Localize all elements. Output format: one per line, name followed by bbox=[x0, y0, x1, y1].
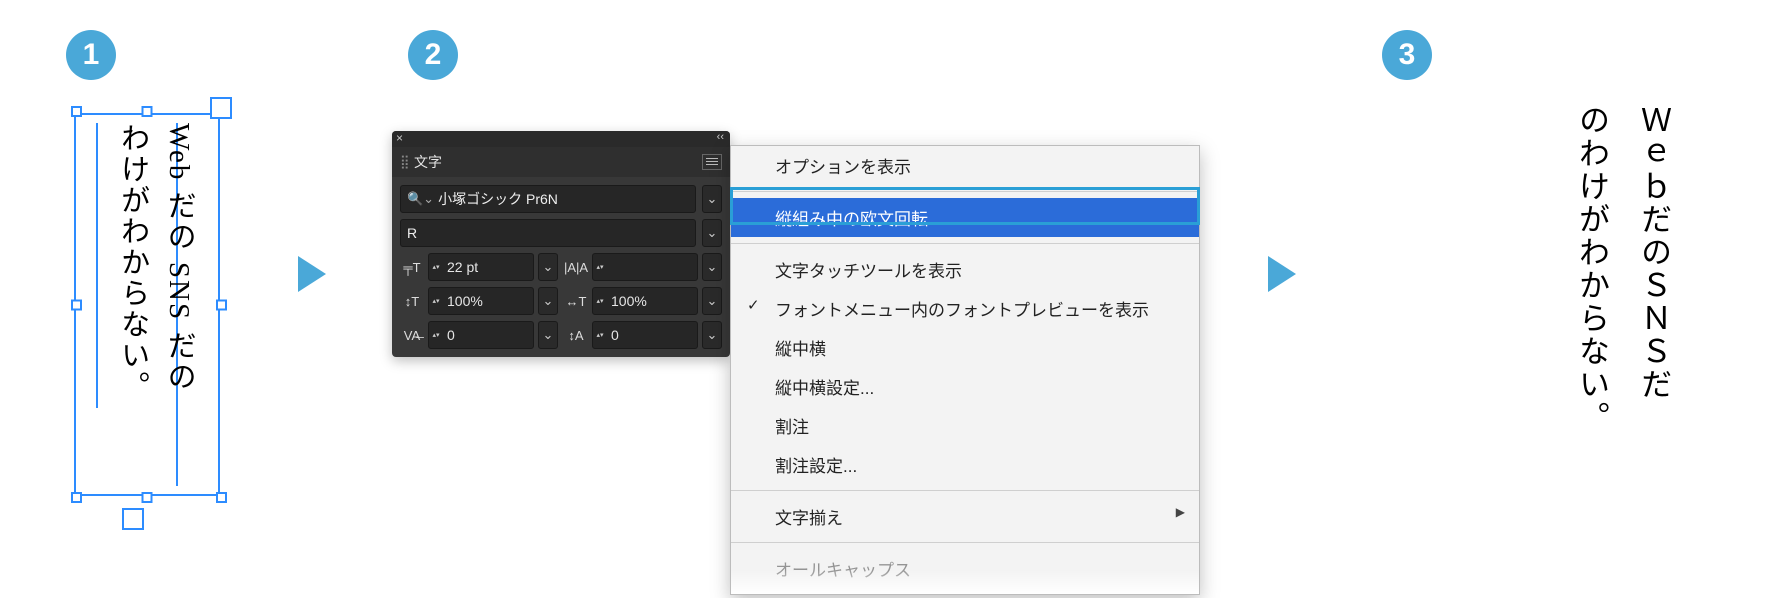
panel-tab-character[interactable]: 文字 bbox=[414, 152, 442, 172]
handle-bottom-right[interactable] bbox=[216, 492, 227, 503]
text-line-2: わけがわからない。 bbox=[117, 123, 149, 402]
font-family-value: 小塚ゴシック Pr6N bbox=[438, 189, 558, 209]
menu-item-warichu[interactable]: 割注 bbox=[731, 406, 1199, 445]
menu-item-tcy-settings[interactable]: 縦中横設定... bbox=[731, 367, 1199, 406]
font-family-field[interactable]: 🔍⌄ 小塚ゴシック Pr6N bbox=[400, 185, 696, 213]
text-line-1: ＷｅｂだのＳＮＳだ bbox=[1636, 104, 1671, 401]
kerning-field[interactable]: ▴▾ 0 bbox=[428, 321, 534, 349]
menu-item-touch-tool[interactable]: 文字タッチツールを表示 bbox=[731, 250, 1199, 289]
menu-separator bbox=[731, 490, 1199, 491]
panel-menu-icon[interactable] bbox=[702, 154, 722, 170]
step-badge-1: 1 bbox=[66, 30, 116, 80]
font-style-dropdown[interactable]: ⌄ bbox=[702, 219, 722, 247]
fade-overlay bbox=[731, 570, 1199, 594]
stepper-icon[interactable]: ▴▾ bbox=[429, 264, 443, 271]
tracking-field[interactable]: ▴▾ 0 bbox=[592, 321, 698, 349]
font-family-dropdown[interactable]: ⌄ bbox=[702, 185, 722, 213]
menu-separator bbox=[731, 191, 1199, 192]
handle-mid-left[interactable] bbox=[71, 299, 82, 310]
text-line-2: のわけがわからない。 bbox=[1574, 104, 1609, 434]
leading-dropdown[interactable]: ⌄ bbox=[702, 253, 722, 281]
handle-top-mid[interactable] bbox=[142, 106, 153, 117]
vscale-field[interactable]: ▴▾ 100% bbox=[428, 287, 534, 315]
vscale-dropdown[interactable]: ⌄ bbox=[538, 287, 558, 315]
handle-top-left[interactable] bbox=[71, 106, 82, 117]
hscale-dropdown[interactable]: ⌄ bbox=[702, 287, 722, 315]
kerning-dropdown[interactable]: ⌄ bbox=[538, 321, 558, 349]
stepper-icon[interactable]: ▴▾ bbox=[429, 298, 443, 305]
text-out-port[interactable] bbox=[122, 508, 144, 530]
selected-text-frame[interactable]: Web だの SNS だの わけがわからない。 bbox=[66, 101, 228, 508]
menu-item-label: フォントメニュー内のフォントプレビューを表示 bbox=[775, 301, 1149, 320]
stepper-icon[interactable]: ▴▾ bbox=[593, 298, 607, 305]
font-style-value: R bbox=[407, 225, 417, 241]
search-icon: 🔍⌄ bbox=[407, 191, 434, 207]
stepper-icon[interactable]: ▴▾ bbox=[593, 332, 607, 339]
font-size-field[interactable]: ▴▾ 22 pt bbox=[428, 253, 534, 281]
font-size-icon: ╤T bbox=[400, 260, 424, 275]
tracking-dropdown[interactable]: ⌄ bbox=[702, 321, 722, 349]
handle-mid-right[interactable] bbox=[216, 299, 227, 310]
leading-field[interactable]: ▴▾ bbox=[592, 253, 698, 281]
vertical-text-after: ＷｅｂだのＳＮＳだ のわけがわからない。 bbox=[1560, 104, 1684, 434]
tracking-value: 0 bbox=[607, 327, 697, 343]
arrow-icon bbox=[298, 256, 326, 292]
menu-separator bbox=[731, 542, 1199, 543]
text-line-1: Web だの SNS だの bbox=[163, 123, 195, 392]
menu-item-rotate-latin[interactable]: 縦組み中の欧文回転 bbox=[731, 198, 1199, 237]
collapse-icon[interactable]: ‹‹ bbox=[717, 131, 724, 143]
kerning-icon: VA̶ bbox=[400, 328, 424, 343]
menu-separator bbox=[731, 243, 1199, 244]
stepper-icon[interactable]: ▴▾ bbox=[593, 264, 607, 271]
panel-grip-icon[interactable]: ⣿ bbox=[400, 154, 408, 170]
vscale-icon: ↕T bbox=[400, 294, 424, 309]
hscale-value: 100% bbox=[607, 293, 697, 309]
handle-bottom-mid[interactable] bbox=[142, 492, 153, 503]
step-badge-2: 2 bbox=[408, 30, 458, 80]
character-panel[interactable]: × ‹‹ ⣿ 文字 🔍⌄ 小塚ゴシック Pr6N ⌄ R ⌄ ╤T ▴▾ bbox=[392, 131, 730, 357]
panel-titlebar[interactable]: × ‹‹ bbox=[392, 131, 730, 147]
menu-item-show-options[interactable]: オプションを表示 bbox=[731, 146, 1199, 185]
hscale-icon: ↔T bbox=[564, 294, 588, 309]
vscale-value: 100% bbox=[443, 293, 533, 309]
menu-item-mojisoroe[interactable]: 文字揃え bbox=[731, 497, 1199, 536]
menu-item-warichu-settings[interactable]: 割注設定... bbox=[731, 445, 1199, 484]
step-badge-3: 3 bbox=[1382, 30, 1432, 80]
menu-item-font-preview[interactable]: ✓ フォントメニュー内のフォントプレビューを表示 bbox=[731, 289, 1199, 328]
menu-item-tcy[interactable]: 縦中横 bbox=[731, 328, 1199, 367]
leading-icon: |A|A bbox=[564, 260, 588, 275]
font-style-field[interactable]: R bbox=[400, 219, 696, 247]
hscale-field[interactable]: ▴▾ 100% bbox=[592, 287, 698, 315]
stepper-icon[interactable]: ▴▾ bbox=[429, 332, 443, 339]
arrow-icon bbox=[1268, 256, 1296, 292]
check-icon: ✓ bbox=[747, 296, 760, 314]
font-size-value: 22 pt bbox=[443, 259, 533, 275]
close-icon[interactable]: × bbox=[396, 131, 403, 145]
character-panel-menu[interactable]: オプションを表示 縦組み中の欧文回転 文字タッチツールを表示 ✓ フォントメニュ… bbox=[730, 145, 1200, 595]
baseline-guide bbox=[96, 123, 98, 408]
text-in-port[interactable] bbox=[210, 97, 232, 119]
font-size-dropdown[interactable]: ⌄ bbox=[538, 253, 558, 281]
kerning-value: 0 bbox=[443, 327, 533, 343]
handle-bottom-left[interactable] bbox=[71, 492, 82, 503]
vertical-text-before: Web だの SNS だの わけがわからない。 bbox=[109, 123, 202, 402]
tracking-icon: ↕A bbox=[564, 328, 588, 343]
